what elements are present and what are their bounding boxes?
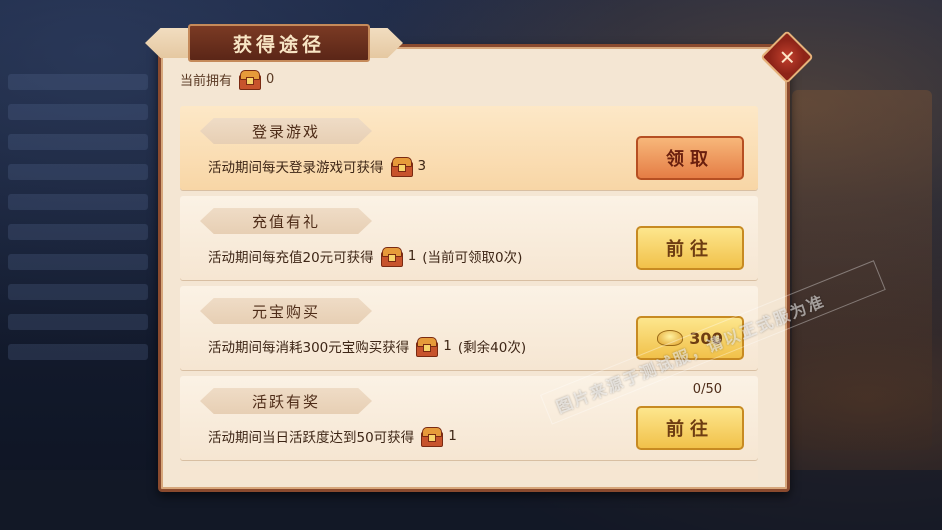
- treasure-chest-icon: [415, 336, 439, 357]
- dialog-title: 获得途径: [188, 24, 370, 62]
- item-reward-count: 1: [407, 248, 417, 264]
- item-extra-note: (当前可领取0次): [422, 250, 523, 266]
- next-list-item-peek: [180, 466, 758, 480]
- list-item-recharge: 充值有礼 活动期间每充值20元可获得 1 (当前可领取0次) 前往: [180, 196, 758, 280]
- item-description: 活动期间当日活跃度达到50可获得: [208, 430, 415, 446]
- owned-label: 当前拥有: [180, 73, 233, 89]
- item-extra-note: (剩余40次): [457, 340, 527, 356]
- owned-count: 0: [266, 71, 275, 87]
- treasure-chest-icon: [420, 426, 444, 447]
- item-description-row: 活动期间每充值20元可获得 1 (当前可领取0次): [208, 246, 523, 267]
- item-description: 活动期间每充值20元可获得: [208, 250, 374, 266]
- list-item-activity: 活跃有奖 活动期间当日活跃度达到50可获得 1 0/50 前往: [180, 376, 758, 460]
- activity-progress: 0/50: [692, 382, 722, 397]
- item-title: 活跃有奖: [200, 388, 372, 414]
- item-title: 充值有礼: [200, 208, 372, 234]
- item-description: 活动期间每消耗300元宝购买获得: [208, 340, 410, 356]
- treasure-chest-icon: [380, 246, 403, 267]
- owned-row: 当前拥有 0: [180, 68, 274, 90]
- background-list: [8, 60, 148, 374]
- item-description-row: 活动期间当日活跃度达到50可获得 1: [208, 426, 457, 447]
- item-description-row: 活动期间每消耗300元宝购买获得 1 (剩余40次): [208, 336, 527, 357]
- item-reward-count: 1: [448, 428, 457, 444]
- item-reward-count: 3: [417, 158, 427, 174]
- go-button[interactable]: 前往: [636, 226, 744, 270]
- item-reward-count: 1: [443, 338, 452, 354]
- treasure-chest-icon: [238, 69, 262, 90]
- list-item-login: 登录游戏 活动期间每天登录游戏可获得 3 领取: [180, 106, 758, 190]
- item-description-row: 活动期间每天登录游戏可获得 3: [208, 156, 427, 177]
- item-title: 元宝购买: [200, 298, 372, 324]
- close-x-icon: ✕: [778, 44, 796, 69]
- claim-button[interactable]: 领取: [636, 136, 744, 180]
- item-title: 登录游戏: [200, 118, 372, 144]
- go-button[interactable]: 前往: [636, 406, 744, 450]
- item-description: 活动期间每天登录游戏可获得: [208, 160, 384, 176]
- treasure-chest-icon: [390, 156, 413, 177]
